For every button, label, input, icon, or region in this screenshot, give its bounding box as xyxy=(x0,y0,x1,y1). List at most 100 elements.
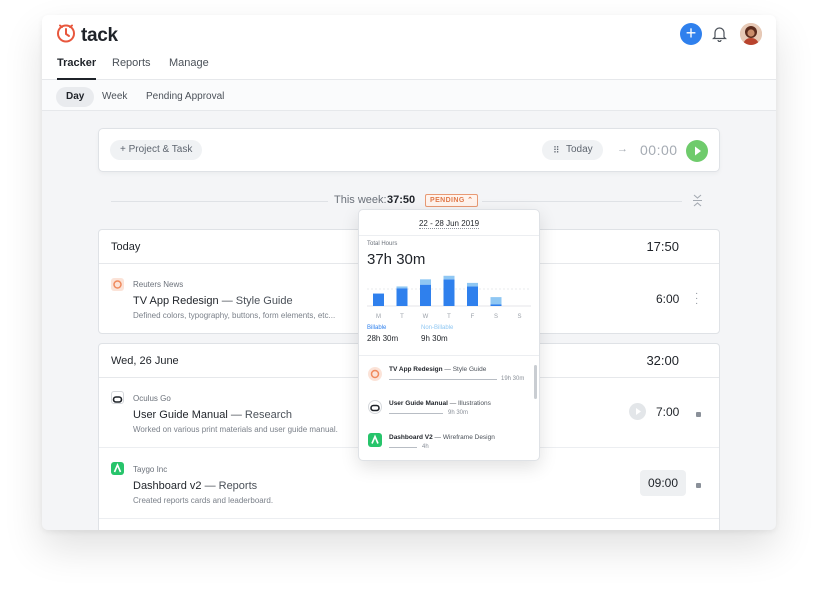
project-progress xyxy=(389,413,443,414)
divider xyxy=(111,201,328,202)
bar-billable-3 xyxy=(443,279,455,306)
bar-billable-2 xyxy=(420,284,431,306)
bar-billable-4 xyxy=(467,286,478,306)
reuters-logo-icon xyxy=(368,367,382,381)
collapse-icon[interactable] xyxy=(692,193,703,213)
avatar[interactable] xyxy=(740,23,762,45)
project-row-title[interactable]: Dashboard V2 — Wireframe Design xyxy=(389,434,495,441)
bar-billable-5 xyxy=(490,304,502,306)
oculus-logo-icon xyxy=(368,400,382,414)
bell-icon xyxy=(712,27,727,46)
task-title: Dashboard v2 — Reports xyxy=(133,480,258,492)
total-hours-label: Total Hours xyxy=(367,241,398,247)
time-entry-bar: + Project & Task ⠿ Today → 00:00 xyxy=(98,128,720,172)
bar-non-billable-2 xyxy=(420,279,431,285)
chevron-up-icon: ⌃ xyxy=(467,197,474,204)
day-tick-label: T xyxy=(400,314,404,320)
bar-billable-0 xyxy=(373,293,384,306)
project-progress xyxy=(389,379,497,380)
lock-icon xyxy=(696,483,701,488)
bar-non-billable-3 xyxy=(443,275,455,280)
add-button[interactable]: + xyxy=(680,23,702,45)
entry-duration[interactable]: 6:00 xyxy=(656,292,679,306)
day-title: Wed, 26 June xyxy=(111,355,179,367)
day-tick-label: M xyxy=(376,314,381,320)
project-hours: 19h 30m xyxy=(501,376,525,382)
nonbillable-label: Non-Billable xyxy=(421,325,454,331)
more-options-icon[interactable]: · · · xyxy=(695,289,698,309)
day-title: Today xyxy=(111,241,141,253)
week-total: 37:50 xyxy=(387,194,416,206)
date-label: Today xyxy=(566,144,593,155)
app-name: tack xyxy=(81,24,118,46)
project-progress xyxy=(389,447,417,448)
play-icon xyxy=(686,146,708,166)
start-timer-button[interactable] xyxy=(686,140,708,162)
day-total: 32:00 xyxy=(646,353,679,368)
grid-icon: ⠿ xyxy=(553,145,560,155)
week-summary-popup: 22 - 28 Jun 2019 Total Hours 37h 30m M T W… xyxy=(358,209,540,461)
project-row-title[interactable]: TV App Redesign — Style Guide xyxy=(389,366,486,373)
logo[interactable]: tack xyxy=(56,23,118,48)
taygo-logo-icon xyxy=(368,433,382,447)
reuters-logo-icon xyxy=(111,278,124,291)
main-tabs: Tracker Reports Manage xyxy=(42,57,776,80)
subtab-day[interactable]: Day xyxy=(56,87,95,107)
client-name: Taygo Inc xyxy=(133,465,168,474)
bar-billable-1 xyxy=(396,288,408,306)
divider xyxy=(482,201,682,202)
entry-duration[interactable]: 09:00 xyxy=(640,470,687,496)
week-label: This week: xyxy=(334,194,387,206)
nonbillable-value: 9h 30m xyxy=(421,334,448,343)
weekly-hours-chart: MTWTFSS xyxy=(367,275,531,320)
client-name: Reuters News xyxy=(133,280,184,289)
tab-tracker[interactable]: Tracker xyxy=(57,57,97,80)
bar-non-billable-1 xyxy=(396,286,408,289)
play-icon xyxy=(629,407,646,424)
oculus-logo-icon xyxy=(111,391,124,404)
task-title: TV App Redesign — Style Guide xyxy=(133,295,293,307)
resume-timer-button[interactable] xyxy=(629,403,646,420)
total-hours-value: 37h 30m xyxy=(367,251,426,268)
day-tick-label: S xyxy=(494,314,498,320)
tab-manage[interactable]: Manage xyxy=(169,57,209,69)
scrollbar[interactable] xyxy=(534,365,537,399)
bar-non-billable-4 xyxy=(467,282,478,287)
clock-logo-icon xyxy=(56,23,76,48)
day-total: 17:50 xyxy=(646,239,679,254)
subtab-week[interactable]: Week xyxy=(92,87,137,107)
date-range[interactable]: 22 - 28 Jun 2019 xyxy=(359,219,539,229)
project-hours: 4h xyxy=(422,444,429,450)
entry-duration[interactable]: 7:00 xyxy=(656,405,679,419)
app-window: tack + Tracker Reports Manage Day Week P… xyxy=(42,15,776,530)
plus-icon: + xyxy=(685,23,697,43)
project-task-selector[interactable]: + Project & Task xyxy=(110,140,203,160)
task-title: User Guide Manual — Research xyxy=(133,409,292,421)
arrow-right-icon: → xyxy=(617,143,628,155)
date-selector[interactable]: ⠿ Today xyxy=(542,140,603,160)
pending-status: PENDING xyxy=(430,197,465,204)
billable-label: Billable xyxy=(367,325,387,331)
view-tabs: Day Week Pending Approval xyxy=(42,80,776,111)
project-hours: 9h 30m xyxy=(448,410,469,416)
entry-description: Worked on various print materials and us… xyxy=(133,425,338,434)
bar-non-billable-5 xyxy=(490,297,502,305)
pending-status-toggle[interactable]: PENDING ⌃ xyxy=(425,194,479,207)
subtab-pending-approval[interactable]: Pending Approval xyxy=(136,87,234,107)
day-tick-label: S xyxy=(517,314,521,320)
day-tick-label: F xyxy=(471,314,475,320)
billable-value: 28h 30m xyxy=(367,334,399,343)
top-bar: tack + Tracker Reports Manage xyxy=(42,15,776,80)
notifications-button[interactable] xyxy=(712,25,727,47)
divider xyxy=(359,235,539,236)
client-name: Oculus Go xyxy=(133,394,171,403)
tab-reports[interactable]: Reports xyxy=(112,57,151,69)
timer-display: 00:00 xyxy=(640,142,678,158)
lock-icon xyxy=(696,412,701,417)
day-tick-label: W xyxy=(423,314,429,320)
taygo-logo-icon xyxy=(111,462,124,475)
entry-description: Created reports cards and leaderboard. xyxy=(133,496,274,505)
day-tick-label: T xyxy=(447,314,451,320)
project-row-title[interactable]: User Guide Manual — Illustrations xyxy=(389,400,491,407)
entry-description: Defined colors, typography, buttons, for… xyxy=(133,311,336,320)
